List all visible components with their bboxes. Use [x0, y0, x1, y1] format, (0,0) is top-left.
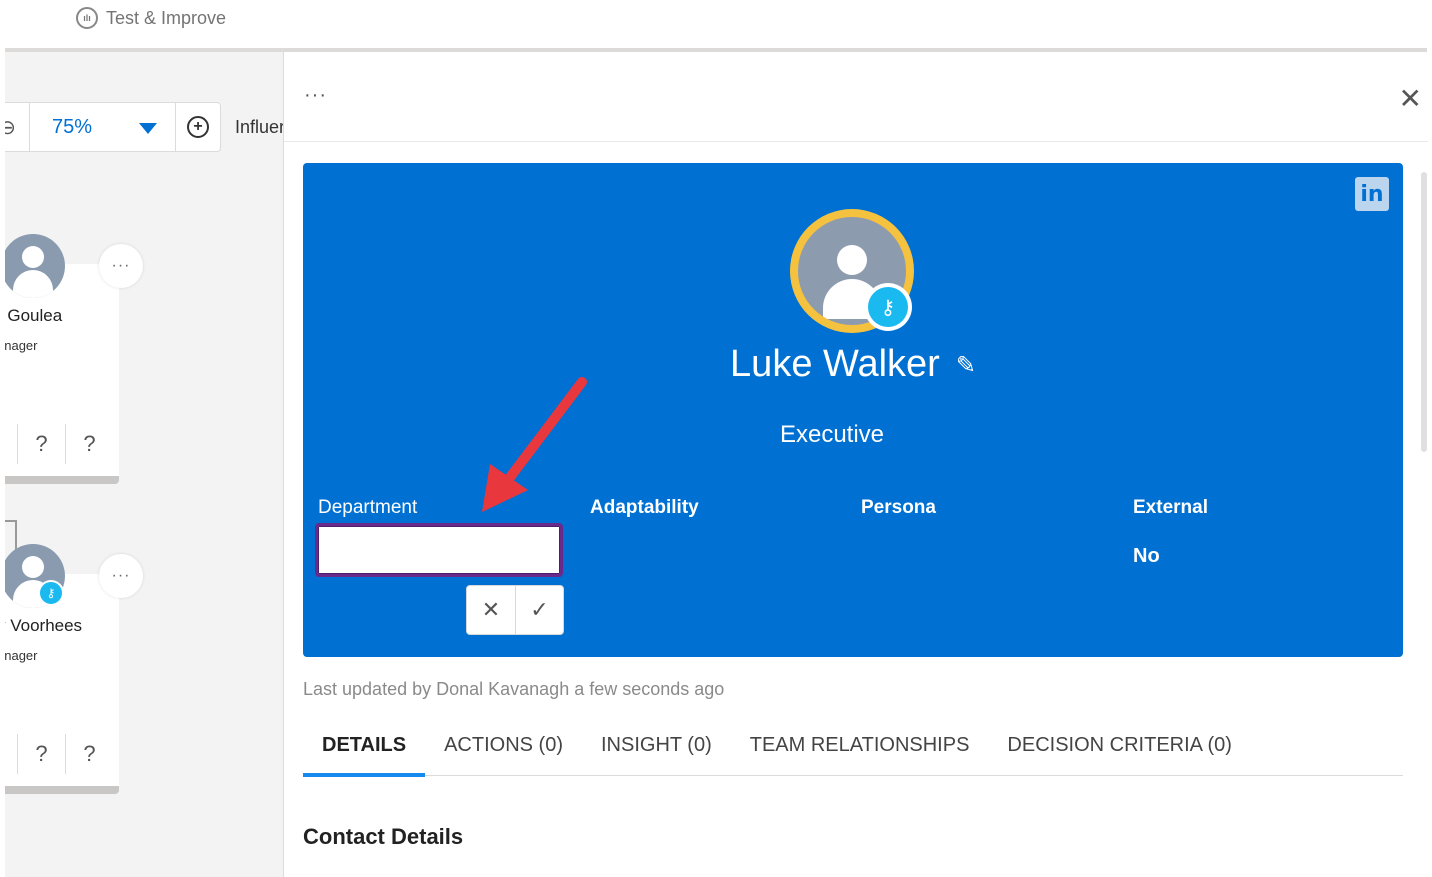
- org-chart-canvas[interactable]: ⊖ 75% + Influer ··· r Goulea anage: [5, 52, 283, 877]
- breadcrumb-label: Test & Improve: [106, 7, 227, 28]
- check-icon: ✓: [530, 597, 549, 622]
- zoom-toolbar: ⊖ 75% + Influer: [5, 102, 283, 152]
- close-icon: ✕: [481, 597, 501, 622]
- panel-header: ··· ✕: [284, 52, 1428, 142]
- card-title: anager: [5, 338, 38, 353]
- confirm-edit-button[interactable]: ✓: [514, 586, 563, 634]
- close-icon[interactable]: ✕: [1399, 82, 1422, 115]
- tab-insight[interactable]: INSIGHT (0): [582, 720, 731, 776]
- card-question-1[interactable]: ?: [17, 424, 65, 464]
- adaptability-label: Adaptability: [590, 497, 699, 518]
- org-card[interactable]: ⚷ ··· y Voorhees anager ? ?: [5, 544, 143, 794]
- tab-actions[interactable]: ACTIONS (0): [425, 720, 582, 776]
- avatar-body: [13, 270, 53, 298]
- zoom-in-icon: +: [187, 116, 209, 138]
- zoom-out-icon: ⊖: [5, 116, 16, 139]
- contact-name: Luke Walker ✎: [303, 343, 1403, 386]
- detail-tabs: DETAILS ACTIONS (0) INSIGHT (0) TEAM REL…: [303, 720, 1403, 777]
- cancel-edit-button[interactable]: ✕: [467, 586, 515, 634]
- avatar: [5, 234, 65, 298]
- last-updated-text: Last updated by Donal Kavanagh a few sec…: [303, 679, 725, 699]
- avatar-head: [22, 556, 44, 578]
- zoom-value: 75%: [52, 115, 93, 138]
- department-input[interactable]: [315, 523, 563, 577]
- department-label: Department: [318, 497, 418, 518]
- card-question-2[interactable]: ?: [65, 734, 113, 774]
- avatar-head: [22, 246, 44, 268]
- avatar-head: [837, 245, 867, 275]
- breadcrumb[interactable]: ılı Test & Improve: [76, 7, 226, 29]
- persona-label: Persona: [861, 497, 936, 518]
- contact-role: Executive: [779, 421, 885, 448]
- org-card[interactable]: ··· r Goulea anager ? ?: [5, 234, 143, 484]
- contact-hero-card: in ⚷ Luke Walker ✎ Executive Department A…: [303, 163, 1403, 657]
- scrollbar[interactable]: [1421, 172, 1427, 452]
- inline-edit-actions: ✕ ✓: [466, 585, 564, 635]
- contact-name-text: Luke Walker: [730, 343, 940, 385]
- key-contact-icon: ⚷: [38, 580, 64, 606]
- card-menu-button[interactable]: ···: [99, 554, 143, 598]
- app-page: ılı Test & Improve ⊖ 75% + Influer ··· G…: [0, 0, 1432, 877]
- external-value: No: [1133, 545, 1160, 567]
- linkedin-icon[interactable]: in: [1355, 177, 1389, 211]
- contact-details-heading: Contact Details: [303, 824, 464, 849]
- tab-team-relationships[interactable]: TEAM RELATIONSHIPS: [731, 720, 989, 776]
- more-icon: ···: [111, 257, 131, 274]
- edit-pencil-icon[interactable]: ✎: [956, 352, 976, 379]
- zoom-in-button[interactable]: +: [176, 103, 220, 151]
- card-name: r Goulea: [5, 306, 63, 325]
- org-connector-line: [5, 520, 17, 550]
- panel-more-button[interactable]: ···: [304, 84, 327, 107]
- card-name: y Voorhees: [5, 616, 83, 635]
- key-contact-badge: ⚷: [864, 283, 912, 331]
- zoom-control: ⊖ 75% +: [5, 102, 221, 152]
- zoom-out-button[interactable]: ⊖: [5, 103, 30, 151]
- external-label: External: [1133, 497, 1208, 518]
- card-menu-button[interactable]: ···: [99, 244, 143, 288]
- more-icon: ···: [111, 567, 131, 584]
- top-bar: ılı Test & Improve: [0, 0, 1432, 48]
- key-icon: ⚷: [868, 287, 908, 327]
- card-title: anager: [5, 648, 38, 663]
- tab-details[interactable]: DETAILS: [303, 720, 426, 777]
- zoom-select[interactable]: 75%: [30, 103, 176, 151]
- caret-down-icon: [139, 123, 157, 134]
- card-question-1[interactable]: ?: [17, 734, 65, 774]
- contact-panel: ··· ✕ in ⚷ Luke Walker ✎ Executive Depart…: [283, 52, 1428, 877]
- influence-label[interactable]: Influer: [235, 117, 283, 138]
- test-improve-icon: ılı: [76, 7, 98, 29]
- card-question-2[interactable]: ?: [65, 424, 113, 464]
- tab-decision-criteria[interactable]: DECISION CRITERIA (0): [988, 720, 1250, 776]
